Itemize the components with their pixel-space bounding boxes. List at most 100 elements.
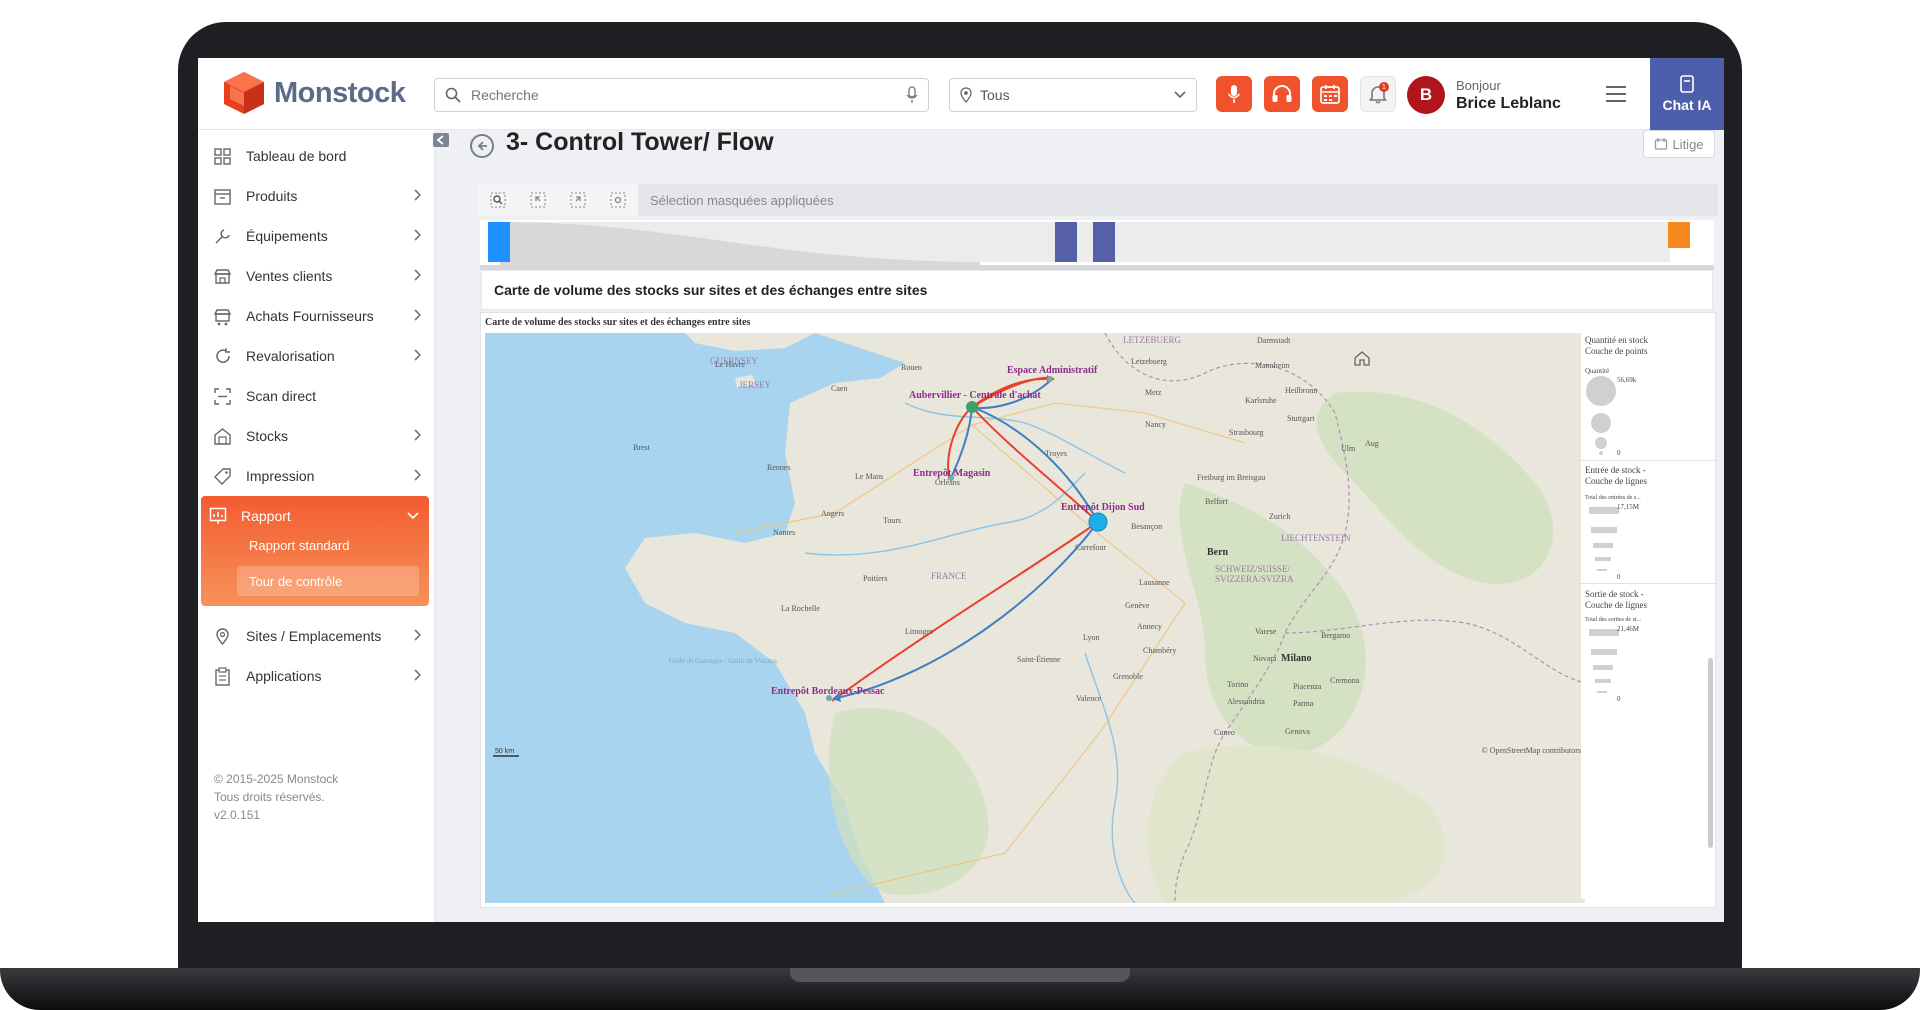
chat-ia-button[interactable]: Chat IA <box>1650 58 1724 130</box>
location-icon <box>212 626 232 646</box>
user-name: Brice Leblanc <box>1456 95 1561 112</box>
map-caption: Carte de volume des stocks sur sites et … <box>485 317 751 328</box>
sidebar-item-sites-emplacements[interactable]: Sites / Emplacements <box>208 618 428 654</box>
map-place-label: Le Havre <box>715 360 745 369</box>
chat-device-icon <box>1680 75 1694 93</box>
clear-selection-icon <box>610 192 626 208</box>
map-place-label: Zurich <box>1269 512 1290 521</box>
map-place-label: Angers <box>821 509 844 518</box>
map-place-label: Le Mans <box>855 472 883 481</box>
map-place-label: Metz <box>1145 388 1162 397</box>
location-pin-icon <box>960 87 972 103</box>
headset-icon <box>1272 85 1292 102</box>
map-place-label: Besançon <box>1131 522 1162 531</box>
box-icon <box>212 186 232 206</box>
site-point-espace-admin[interactable] <box>1047 376 1053 382</box>
map-place-label: Lausanne <box>1139 578 1170 587</box>
hamburger-menu-icon[interactable] <box>1605 84 1627 104</box>
site-label: Espace Administratif <box>1007 365 1098 376</box>
smart-search-tool[interactable] <box>478 184 518 216</box>
timeline-marker[interactable] <box>1055 222 1077 262</box>
notifications-button[interactable]: 1 <box>1360 76 1396 112</box>
map-place-label: La Rochelle <box>781 604 820 613</box>
clear-selection-tool[interactable] <box>598 184 638 216</box>
back-button[interactable] <box>470 134 494 158</box>
chevron-right-icon <box>414 668 428 684</box>
location-select[interactable]: Tous <box>949 78 1197 112</box>
refresh-icon <box>212 346 232 366</box>
location-value: Tous <box>980 87 1010 103</box>
flow-map[interactable]: GUERNSEYJERSEYLETZEBUERGLetzebuergDarmst… <box>485 333 1585 903</box>
map-place-label: Karlsruhe <box>1245 396 1277 405</box>
legend-exit-title: Sortie de stock - Couche de lignes <box>1585 589 1647 611</box>
map-place-label: Lyon <box>1083 633 1099 642</box>
litige-button[interactable]: Litige <box>1643 130 1715 158</box>
voice-button[interactable] <box>1216 76 1252 112</box>
page-scrollbar[interactable] <box>1708 658 1713 848</box>
sidebar-item-revalorisation[interactable]: Revalorisation <box>208 338 428 374</box>
support-button[interactable] <box>1264 76 1300 112</box>
microphone-icon[interactable] <box>906 86 918 104</box>
map-legend: Quantité en stock Couche de points Quant… <box>1581 333 1715 899</box>
sidebar-item-equipements[interactable]: Équipements <box>208 218 428 254</box>
legend-title-line: Couche de lignes <box>1585 476 1647 486</box>
timeline-handle-right[interactable] <box>1668 222 1690 248</box>
map-scale-label: 50 km <box>495 748 514 755</box>
timeline-chart[interactable] <box>480 220 1714 270</box>
step-back-tool[interactable] <box>518 184 558 216</box>
legend-circles <box>1586 376 1616 455</box>
map-place-label: Rennes <box>767 463 791 472</box>
site-point-aubervillier[interactable] <box>966 401 978 413</box>
sidebar-item-label: Tableau de bord <box>246 148 347 164</box>
map-place-label: Valence <box>1076 694 1102 703</box>
site-label: Aubervillier - Centrale d'achat <box>909 390 1041 401</box>
sidebar-item-scan-direct[interactable]: Scan direct <box>208 378 428 414</box>
sidebar-item-rapport[interactable]: Rapport <box>209 502 419 530</box>
avatar[interactable]: B <box>1407 76 1445 114</box>
map-place-label: Belfort <box>1205 497 1228 506</box>
chevron-right-icon <box>414 188 428 204</box>
grid-icon <box>212 146 232 166</box>
copyright-line: Tous droits réservés. <box>214 790 325 804</box>
sidebar-subitem-tour-de-controle[interactable]: Tour de contrôle <box>237 566 419 596</box>
logo[interactable]: Monstock <box>222 70 406 116</box>
search-input[interactable] <box>471 87 896 103</box>
legend-title-line: Couche de lignes <box>1585 600 1647 610</box>
map-place-label: Cremona <box>1330 676 1360 685</box>
map-place-label: Caen <box>831 384 847 393</box>
search-select-icon <box>490 192 506 208</box>
map-place-label: Darmstadt <box>1257 336 1291 345</box>
timeline-handle-left[interactable] <box>488 222 510 262</box>
legend-entry-min: 0 <box>1617 573 1621 581</box>
sidebar-collapse-button[interactable] <box>433 133 449 147</box>
search-box[interactable] <box>434 78 929 112</box>
site-point-dijon[interactable] <box>1088 512 1108 532</box>
sidebar-item-stocks[interactable]: Stocks <box>208 418 428 454</box>
legend-stock-title: Quantité en stock Couche de points <box>1585 335 1648 357</box>
sidebar-item-rapport-label: Rapport <box>241 508 291 524</box>
map-attribution[interactable]: © OpenStreetMap contributors <box>1482 746 1581 755</box>
legend-entry-sub: Total des entrées de s... <box>1585 495 1641 501</box>
chevron-right-icon <box>414 468 428 484</box>
map-place-label: Nantes <box>773 528 795 537</box>
legend-exit-max: 21,46M <box>1617 625 1639 633</box>
sidebar-item-ventes-clients[interactable]: Ventes clients <box>208 258 428 294</box>
map-place-label: Saint-Étienne <box>1017 654 1061 664</box>
legend-title-line: Quantité en stock <box>1585 335 1648 345</box>
legend-stock-min: 0 <box>1617 449 1621 457</box>
calendar-button[interactable] <box>1312 76 1348 112</box>
timeline-marker[interactable] <box>1093 222 1115 262</box>
step-forward-tool[interactable] <box>558 184 598 216</box>
sidebar-item-achats-fournisseurs[interactable]: Achats Fournisseurs <box>208 298 428 334</box>
map-place-label: Torino <box>1227 680 1248 689</box>
version-text: v2.0.151 <box>214 808 261 822</box>
map-place-label: SCHWEIZ/SUISSE/ <box>1215 564 1291 574</box>
sidebar-item-produits[interactable]: Produits <box>208 178 428 214</box>
sidebar-item-impression[interactable]: Impression <box>208 458 428 494</box>
chat-ia-label: Chat IA <box>1662 97 1712 113</box>
map-place-label: Rouen <box>901 363 922 372</box>
user-greeting[interactable]: Bonjour Brice Leblanc <box>1456 78 1561 113</box>
sidebar-item-tableau-de-bord[interactable]: Tableau de bord <box>208 138 428 174</box>
sidebar-item-applications[interactable]: Applications <box>208 658 428 694</box>
sidebar-subitem-rapport-standard[interactable]: Rapport standard <box>249 538 349 553</box>
